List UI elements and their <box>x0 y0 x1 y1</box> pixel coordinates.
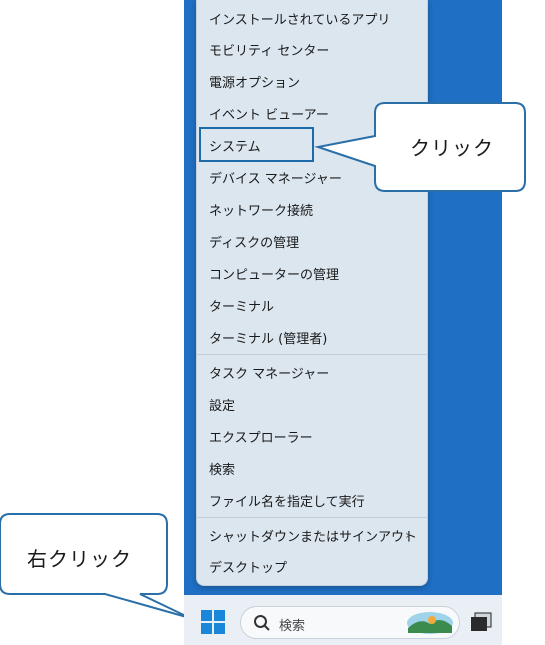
magnifier-icon <box>253 614 271 636</box>
search-placeholder: 検索 <box>279 619 306 634</box>
taskbar-search-box[interactable]: 検索 <box>240 606 460 639</box>
task-view-icon[interactable] <box>470 611 492 637</box>
windows-logo-icon[interactable] <box>201 610 225 634</box>
right-click-callout-text: 右クリック <box>27 547 132 571</box>
search-highlight-art-icon <box>406 611 454 639</box>
click-callout-text: クリック <box>410 136 494 160</box>
